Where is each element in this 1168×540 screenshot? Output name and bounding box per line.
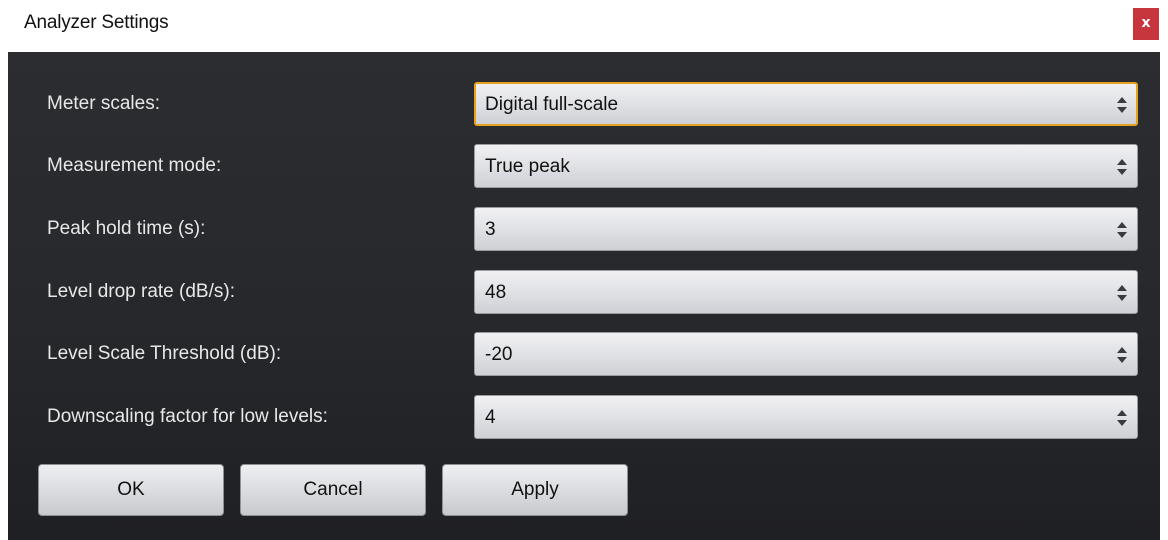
level-drop-rate-label: Level drop rate (dB/s): [47, 281, 235, 302]
peak-hold-time-label: Peak hold time (s): [47, 218, 206, 239]
up-down-arrows-icon [1117, 222, 1127, 238]
measurement-mode-select[interactable]: True peak [474, 144, 1138, 188]
level-drop-rate-value: 48 [485, 282, 507, 303]
analyzer-settings-dialog: Analyzer Settings x Meter scales: Digita… [0, 0, 1168, 540]
up-down-arrows-icon [1117, 410, 1127, 426]
title-bar: Analyzer Settings x [0, 0, 1168, 52]
up-down-arrows-icon [1117, 285, 1127, 301]
setting-row-level-drop-rate: Level drop rate (dB/s): 48 [8, 270, 1160, 314]
level-scale-threshold-value: -20 [485, 344, 513, 365]
meter-scales-value: Digital full-scale [485, 94, 619, 115]
up-down-arrows-icon [1117, 159, 1127, 175]
downscaling-factor-select[interactable]: 4 [474, 395, 1138, 439]
meter-scales-select[interactable]: Digital full-scale [474, 82, 1138, 126]
peak-hold-time-value: 3 [485, 219, 496, 240]
settings-panel: Meter scales: Digital full-scale Measure… [8, 52, 1160, 540]
close-button[interactable]: x [1133, 8, 1159, 40]
cancel-button[interactable]: Cancel [240, 464, 426, 516]
close-icon: x [1141, 15, 1151, 31]
up-down-arrows-icon [1117, 97, 1127, 113]
setting-row-meter-scales: Meter scales: Digital full-scale [8, 82, 1160, 126]
apply-button[interactable]: Apply [442, 464, 628, 516]
level-drop-rate-select[interactable]: 48 [474, 270, 1138, 314]
meter-scales-label: Meter scales: [47, 93, 160, 114]
measurement-mode-label: Measurement mode: [47, 155, 222, 176]
measurement-mode-value: True peak [485, 156, 570, 177]
level-scale-threshold-label: Level Scale Threshold (dB): [47, 343, 282, 364]
setting-row-measurement-mode: Measurement mode: True peak [8, 144, 1160, 188]
level-scale-threshold-select[interactable]: -20 [474, 332, 1138, 376]
window-title: Analyzer Settings [24, 12, 169, 33]
ok-button[interactable]: OK [38, 464, 224, 516]
downscaling-factor-label: Downscaling factor for low levels: [47, 406, 328, 427]
setting-row-level-scale-threshold: Level Scale Threshold (dB): -20 [8, 332, 1160, 376]
dialog-buttons: OK Cancel Apply [8, 464, 1160, 518]
setting-row-peak-hold-time: Peak hold time (s): 3 [8, 207, 1160, 251]
up-down-arrows-icon [1117, 347, 1127, 363]
peak-hold-time-select[interactable]: 3 [474, 207, 1138, 251]
downscaling-factor-value: 4 [485, 407, 496, 428]
setting-row-downscaling-factor: Downscaling factor for low levels: 4 [8, 395, 1160, 439]
